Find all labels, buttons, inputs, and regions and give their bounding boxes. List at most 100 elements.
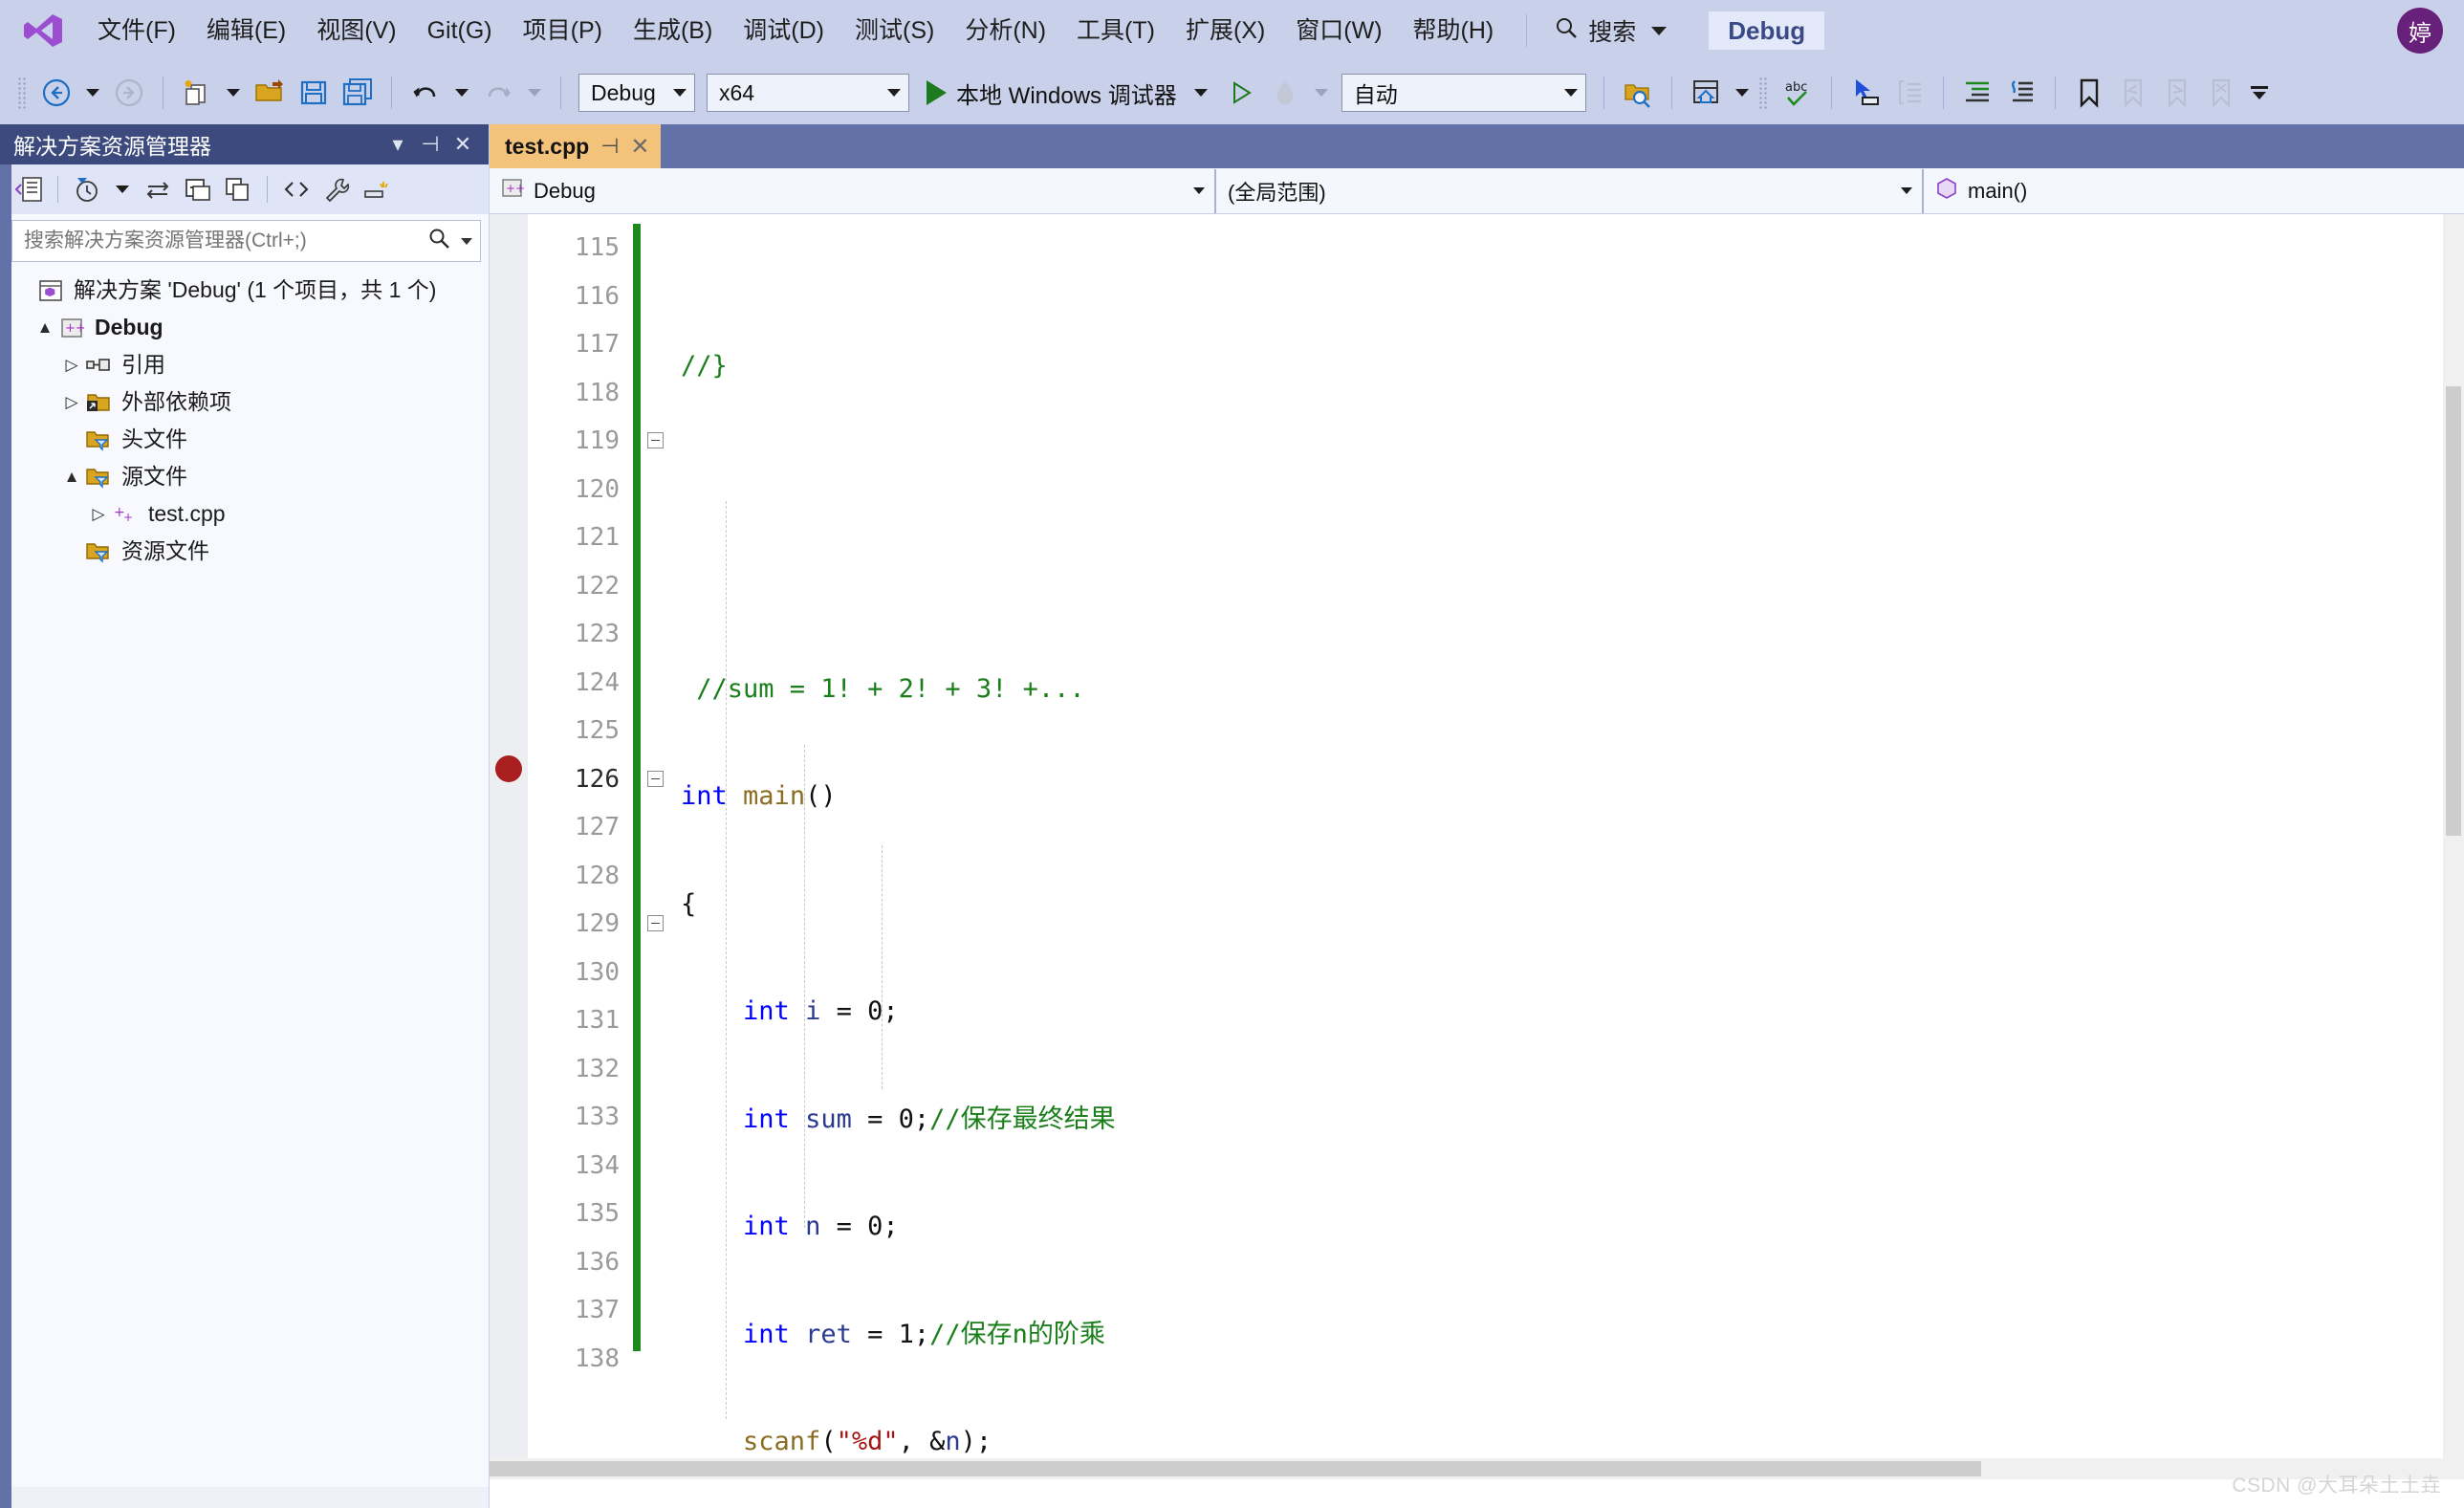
collapse-toggle[interactable] <box>641 900 669 949</box>
minus-box-icon[interactable] <box>646 432 664 449</box>
close-icon[interactable]: ✕ <box>630 133 649 161</box>
avatar[interactable]: 婷 <box>2397 8 2443 54</box>
debug-session-chip[interactable]: Debug <box>1709 11 1825 50</box>
solution-explorer-search[interactable] <box>11 220 481 262</box>
close-icon[interactable]: ✕ <box>447 128 479 161</box>
undo-icon[interactable] <box>405 73 446 113</box>
editor-vertical-scrollbar[interactable] <box>2443 214 2464 1458</box>
debug-target-combo[interactable]: 自动 <box>1341 74 1586 112</box>
solution-explorer-icon[interactable] <box>1686 73 1726 113</box>
open-file-icon[interactable] <box>250 73 290 113</box>
navigate-back-dropdown-icon[interactable] <box>86 89 99 97</box>
menu-build[interactable]: 生成(B) <box>618 13 728 49</box>
menu-analyze[interactable]: 分析(N) <box>949 13 1061 49</box>
increase-indent-icon[interactable] <box>1957 73 1997 113</box>
find-in-files-icon[interactable] <box>1618 73 1658 113</box>
tree-item-resource-files[interactable]: 资源文件 <box>0 533 489 570</box>
pin-icon[interactable]: ⊣ <box>414 128 447 161</box>
code-line[interactable]: //} <box>681 342 2464 391</box>
editor-horizontal-scrollbar[interactable] <box>490 1458 2464 1479</box>
tree-item-solution[interactable]: 解决方案 'Debug' (1 个项目，共 1 个) <box>0 272 489 309</box>
code-line[interactable]: { <box>681 881 2464 929</box>
tree-item-external-dependencies[interactable]: ▷ 外部依赖项 <box>0 383 489 421</box>
breakpoint-marker[interactable] <box>495 755 522 782</box>
collapse-toggle[interactable] <box>641 417 669 466</box>
navigate-back-icon[interactable] <box>36 73 76 113</box>
menu-view[interactable]: 视图(V) <box>301 13 411 49</box>
sync-icon[interactable] <box>139 170 177 208</box>
spell-check-abc-icon[interactable]: abc <box>1777 73 1818 113</box>
collapse-all-icon[interactable] <box>179 170 217 208</box>
show-all-files-icon[interactable] <box>219 170 257 208</box>
menu-debug[interactable]: 调试(D) <box>728 13 840 49</box>
member-selector-combo[interactable]: main() <box>1924 168 2464 213</box>
collapse-toggle[interactable] <box>641 755 669 804</box>
breakpoint-gutter[interactable] <box>490 214 528 1458</box>
start-debugging-dropdown-icon[interactable] <box>1193 89 1208 97</box>
code-line[interactable]: int main() <box>681 773 2464 821</box>
new-item-dropdown-icon[interactable] <box>227 89 240 97</box>
view-code-icon[interactable] <box>277 170 316 208</box>
scrollbar-thumb[interactable] <box>2446 386 2461 836</box>
menu-window[interactable]: 窗口(W) <box>1280 13 1397 49</box>
global-search[interactable]: 搜索 <box>1544 10 1676 52</box>
chevron-down-icon[interactable] <box>461 237 472 245</box>
toolbar-overflow-icon[interactable] <box>2250 86 2268 99</box>
chevron-down-icon[interactable] <box>1651 26 1668 35</box>
solution-platform-combo[interactable]: x64 <box>707 74 909 112</box>
solution-configuration-combo[interactable]: Debug <box>578 74 695 112</box>
select-pointer-icon[interactable] <box>1845 73 1886 113</box>
menu-test[interactable]: 测试(S) <box>840 13 949 49</box>
minus-box-icon[interactable] <box>646 915 664 932</box>
code-line[interactable]: int ret = 1;//保存n的阶乘 <box>681 1311 2464 1360</box>
project-selector-combo[interactable]: ++ Debug <box>490 168 1216 213</box>
menu-file[interactable]: 文件(F) <box>82 13 191 49</box>
code-line[interactable]: int sum = 0;//保存最终结果 <box>681 1096 2464 1145</box>
code-line[interactable] <box>681 557 2464 606</box>
code-line[interactable]: int n = 0; <box>681 1203 2464 1252</box>
menu-edit[interactable]: 编辑(E) <box>191 13 301 49</box>
tree-item-header-files[interactable]: 头文件 <box>0 421 489 458</box>
tree-item-references[interactable]: ▷ 引用 <box>0 346 489 383</box>
properties-window-icon[interactable] <box>358 170 396 208</box>
pin-icon[interactable]: ⊣ <box>600 134 619 159</box>
tree-item-test-cpp[interactable]: ▷ + + test.cpp <box>0 495 489 533</box>
menu-tools[interactable]: 工具(T) <box>1061 13 1170 49</box>
menu-help[interactable]: 帮助(H) <box>1398 13 1510 49</box>
scrollbar-thumb[interactable] <box>490 1461 1981 1476</box>
tree-expander[interactable]: ▷ <box>59 356 84 375</box>
scope-selector-combo[interactable]: (全局范围) <box>1216 168 1924 213</box>
bookmark-icon[interactable] <box>2069 73 2109 113</box>
save-icon[interactable] <box>294 73 334 113</box>
tree-expander[interactable]: ▲ <box>33 318 57 338</box>
toolbar-grip[interactable] <box>1757 76 1768 109</box>
minus-box-icon[interactable] <box>646 770 664 787</box>
tab-test-cpp[interactable]: test.cpp ⊣ ✕ <box>490 124 662 168</box>
save-all-icon[interactable] <box>338 73 378 113</box>
solution-explorer-hscrollbar[interactable] <box>0 1487 489 1508</box>
code-line[interactable] <box>681 450 2464 499</box>
menu-project[interactable]: 项目(P) <box>508 13 618 49</box>
tree-expander[interactable]: ▷ <box>59 393 84 412</box>
tree-item-source-files[interactable]: ▲ 源文件 <box>0 458 489 495</box>
code-line[interactable]: int i = 0; <box>681 988 2464 1037</box>
code-view-icon[interactable] <box>10 170 48 208</box>
play-outline-icon[interactable] <box>1221 73 1261 113</box>
hot-reload-dropdown-icon[interactable] <box>1314 89 1328 97</box>
menu-extensions[interactable]: 扩展(X) <box>1170 13 1280 49</box>
outlining-gutter[interactable] <box>641 214 669 1458</box>
search-icon[interactable] <box>425 227 453 255</box>
tree-expander[interactable]: ▷ <box>86 505 111 524</box>
tree-expander[interactable]: ▲ <box>59 468 84 487</box>
search-input[interactable] <box>22 229 425 253</box>
pending-changes-dropdown-icon[interactable] <box>116 186 129 193</box>
code-line[interactable]: //sum = 1! + 2! + 3! +... <box>681 666 2464 714</box>
code-line[interactable]: scanf("%d", &n); <box>681 1418 2464 1458</box>
tree-item-project[interactable]: ▲ ++ Debug <box>0 309 489 346</box>
menu-git[interactable]: Git(G) <box>412 13 508 49</box>
code-text-surface[interactable]: //} //sum = 1! + 2! + 3! +... int main()… <box>669 214 2464 1458</box>
chevron-down-icon[interactable]: ▾ <box>382 128 414 161</box>
toolbar-grip[interactable] <box>17 76 27 109</box>
decrease-indent-icon[interactable] <box>2001 73 2041 113</box>
properties-wrench-icon[interactable] <box>317 170 356 208</box>
